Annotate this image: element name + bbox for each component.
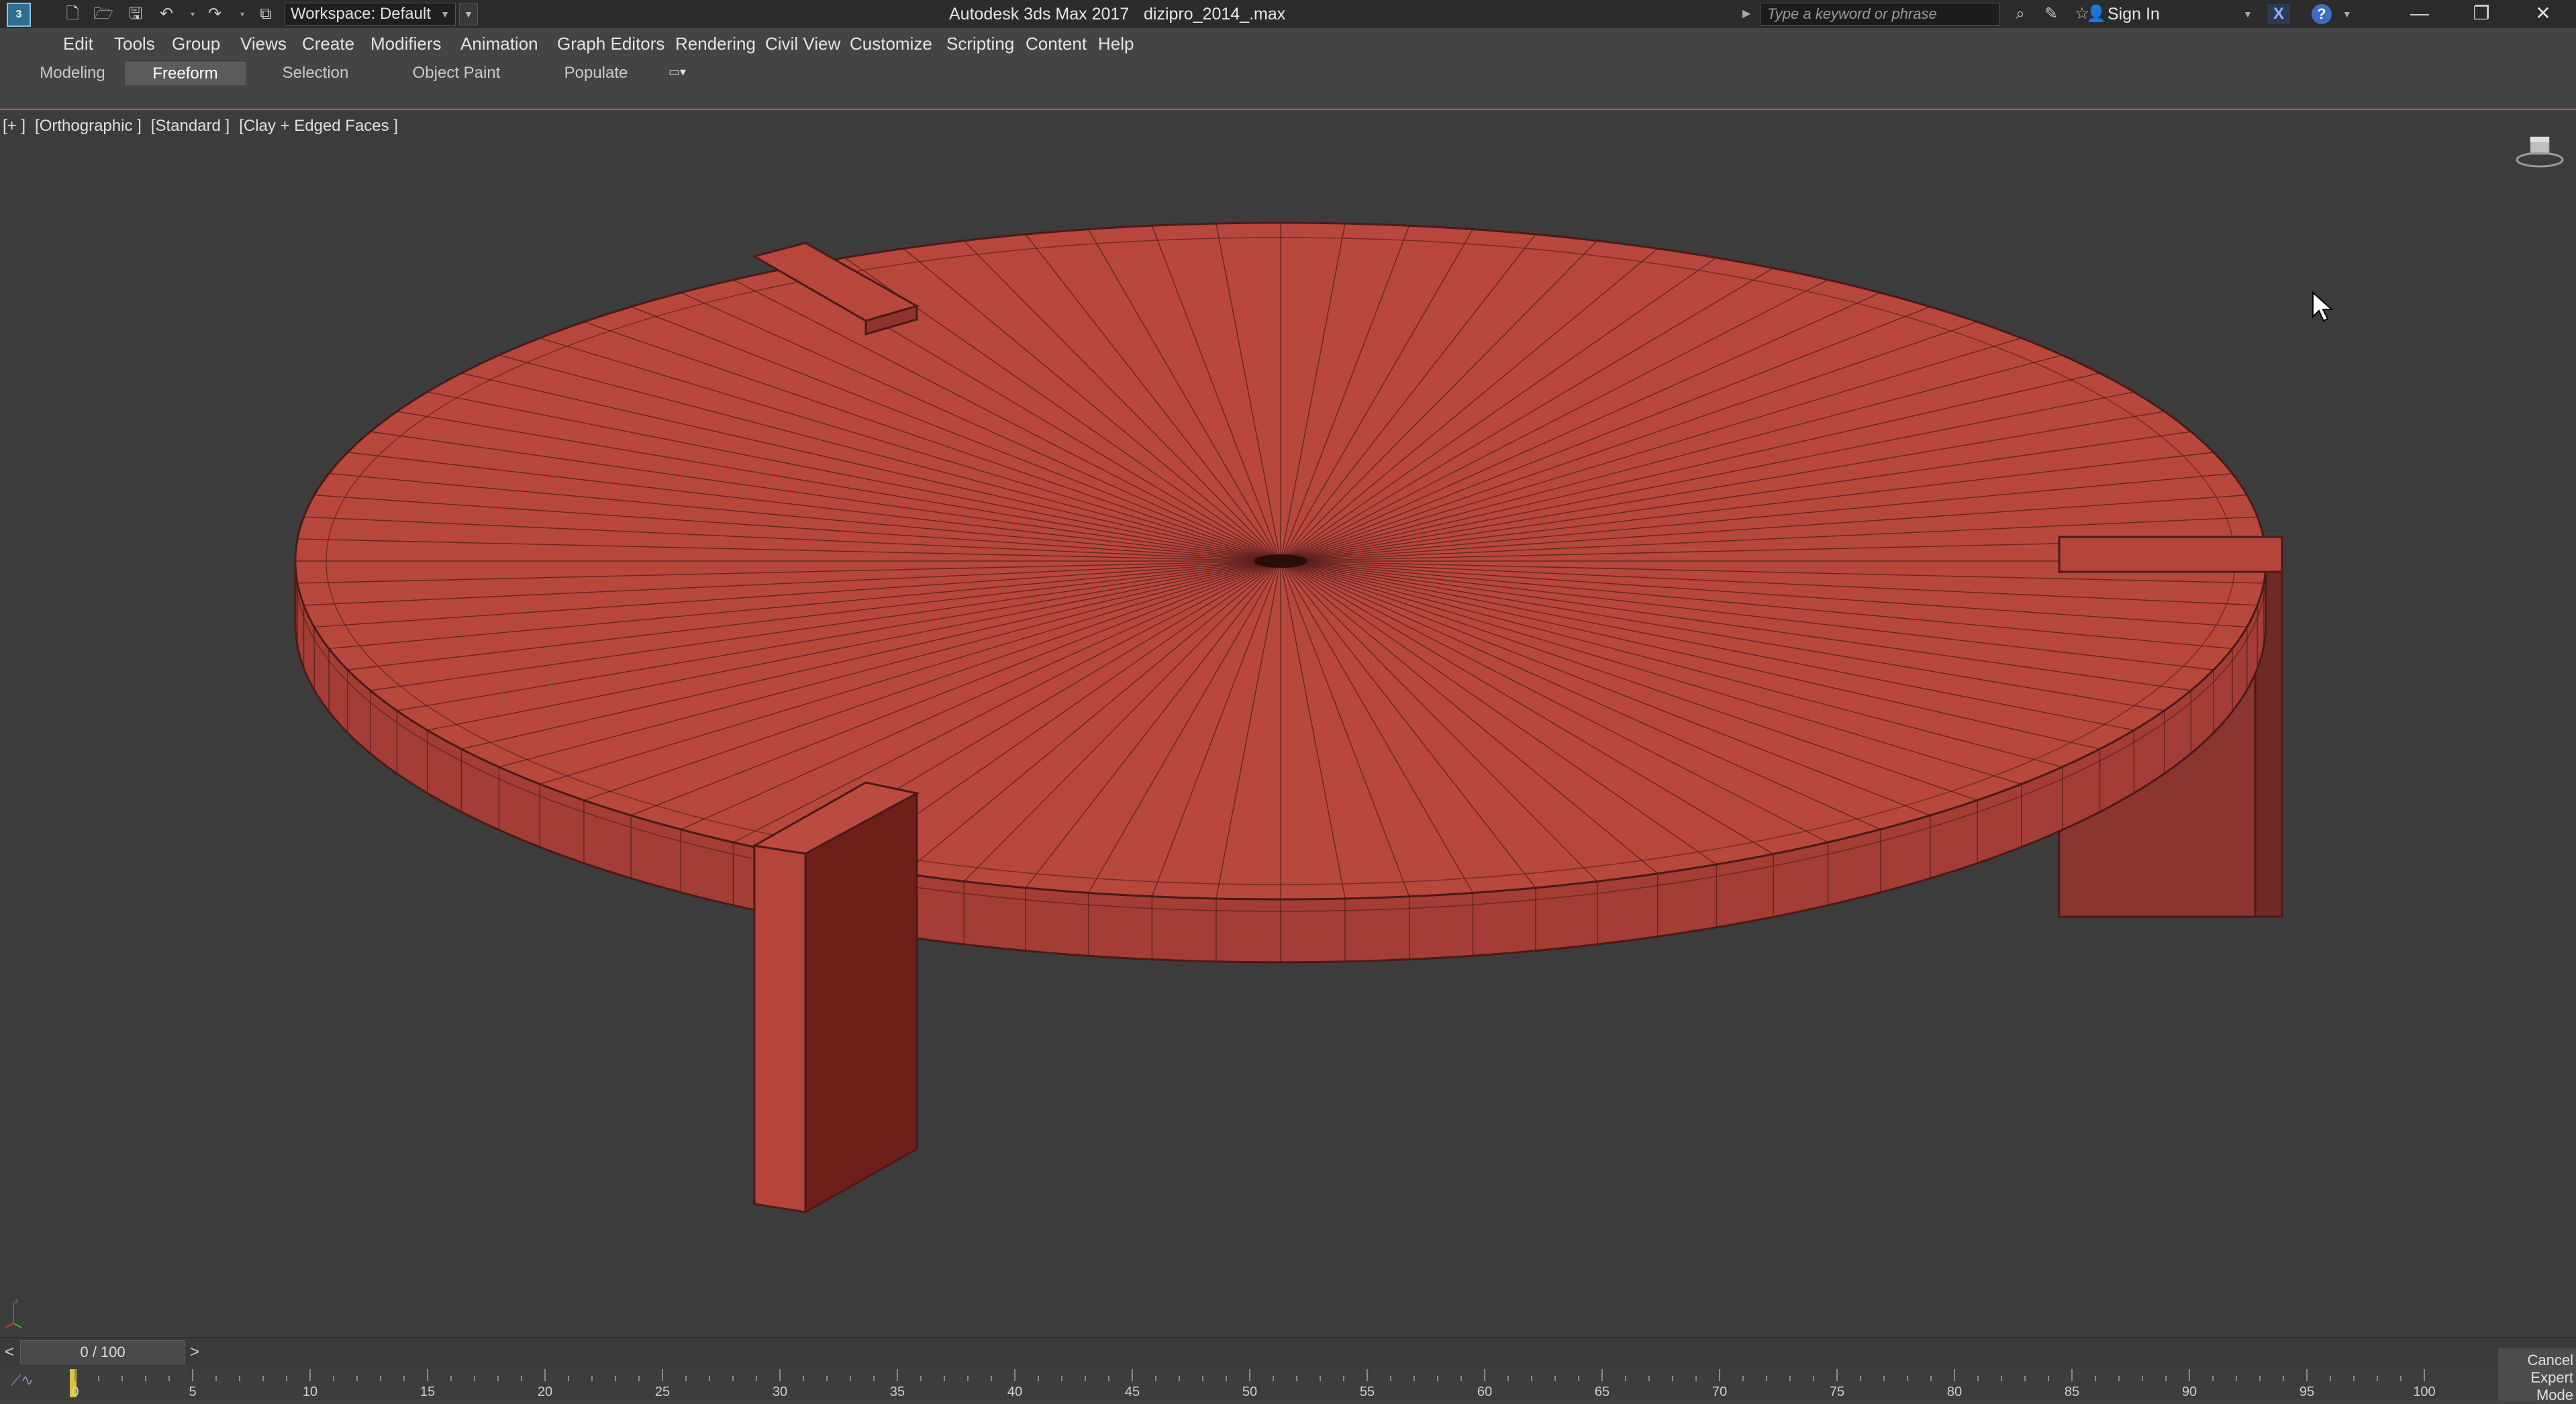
mouse-cursor-icon bbox=[2312, 291, 2334, 322]
minimize-button[interactable]: — bbox=[2389, 0, 2450, 28]
track-bar-ruler: 0 5 10 15 20 25 30 35 40 45 50 55 60 65 70 75 80 85 90 95 10… bbox=[72, 1369, 2436, 1399]
track-tick-label: 10 bbox=[303, 1385, 317, 1399]
menu-views[interactable]: Views bbox=[240, 28, 287, 59]
viewport-label: [+ ] [Orthographic ] [Standard ] [Clay + Ed… bbox=[3, 117, 407, 136]
track-bar[interactable]: ⟋∿ 0 5 10 15 20 25 30 35 40 45 50 55 60 65 70 75 80 85 90 9… bbox=[0, 1366, 2576, 1401]
title-bar: 3 🗋 🗁 🖫 ↶ ▾ ↷ ▾ ⧉ Workspace: Default ▼ ▼… bbox=[0, 0, 2576, 29]
workspace-select[interactable]: Workspace: Default ▼ bbox=[285, 3, 456, 26]
track-tick-label: 25 bbox=[655, 1385, 670, 1399]
new-file-icon[interactable]: 🗋 bbox=[62, 4, 83, 24]
track-tick-label: 20 bbox=[538, 1385, 552, 1399]
track-tick-label: 85 bbox=[2065, 1385, 2079, 1399]
menu-bar: Edit Tools Group Views Create Modifiers … bbox=[0, 28, 2576, 59]
table-leg-front-face bbox=[753, 844, 807, 1213]
ribbon-tabs: Modeling Freeform Selection Object Paint… bbox=[0, 59, 2576, 86]
svg-text:z: z bbox=[15, 1298, 18, 1305]
menu-create[interactable]: Create bbox=[302, 28, 354, 59]
track-tick-label: 65 bbox=[1595, 1385, 1609, 1399]
menu-customize[interactable]: Customize bbox=[850, 28, 932, 59]
viewport-style-menu[interactable]: [Clay + Edged Faces ] bbox=[239, 117, 398, 135]
track-tick-label: 5 bbox=[189, 1385, 196, 1399]
scene-table-model bbox=[294, 221, 2283, 1214]
track-tick-label: 50 bbox=[1242, 1385, 1257, 1399]
axis-tripod-icon: z bbox=[5, 1298, 22, 1328]
track-tick-label: 100 bbox=[2413, 1385, 2435, 1399]
app-menu-icon[interactable]: 3 bbox=[7, 3, 31, 27]
table-leg-front-side bbox=[804, 791, 918, 1214]
menu-civil-view[interactable]: Civil View bbox=[765, 28, 840, 59]
help-icon[interactable]: ? bbox=[2312, 4, 2332, 24]
tab-freeform[interactable]: Freeform bbox=[125, 62, 246, 85]
open-folder-icon[interactable]: 🗁 bbox=[93, 4, 114, 24]
restore-button[interactable]: ❐ bbox=[2451, 0, 2512, 28]
save-icon[interactable]: 🖫 bbox=[125, 4, 146, 24]
workspace-value: Workspace: Default bbox=[291, 5, 431, 23]
viewport-shading-menu[interactable]: [Standard ] bbox=[151, 117, 230, 135]
communication-center-icon[interactable]: ✎ bbox=[2039, 3, 2063, 26]
table-top-center-pole bbox=[1254, 554, 1307, 568]
close-button[interactable]: ✕ bbox=[2513, 0, 2573, 28]
table-leg-right-top bbox=[2058, 536, 2283, 573]
track-tick-label: 30 bbox=[773, 1385, 787, 1399]
ribbon-panel bbox=[0, 86, 2576, 110]
cancel-expert-line1: Cancel bbox=[2527, 1352, 2573, 1368]
track-tick-label: 55 bbox=[1360, 1385, 1375, 1399]
tab-selection[interactable]: Selection bbox=[263, 62, 368, 85]
user-icon[interactable]: 👤 bbox=[2086, 0, 2106, 28]
help-dropdown-icon[interactable]: ▼ bbox=[2342, 0, 2352, 28]
track-tick-label: 35 bbox=[890, 1385, 905, 1399]
redo-dropdown-icon[interactable]: ▾ bbox=[238, 4, 247, 24]
sign-in-dropdown-icon[interactable]: ▼ bbox=[2243, 0, 2252, 28]
track-tick-label: 80 bbox=[1947, 1385, 1962, 1399]
time-slider-thumb[interactable]: 0 / 100 bbox=[20, 1340, 185, 1364]
search-expand-icon[interactable]: ▶ bbox=[1742, 0, 1750, 28]
viewcube-icon[interactable] bbox=[2513, 134, 2567, 174]
track-tick-label: 70 bbox=[1712, 1385, 1727, 1399]
menu-help[interactable]: Help bbox=[1098, 28, 1134, 59]
binoculars-icon[interactable]: ⌕ bbox=[2008, 3, 2032, 26]
time-slider[interactable]: < 0 / 100 > bbox=[0, 1337, 2576, 1367]
menu-rendering[interactable]: Rendering bbox=[675, 28, 756, 59]
viewport-orthographic[interactable]: [+ ] [Orthographic ] [Standard ] [Clay + Ed… bbox=[0, 111, 2576, 1337]
exchange-apps-icon[interactable]: X bbox=[2267, 4, 2290, 24]
project-folder-icon[interactable]: ⧉ bbox=[255, 4, 277, 24]
file-name: dizipro_2014_.max bbox=[1144, 5, 1286, 23]
menu-scripting[interactable]: Scripting bbox=[946, 28, 1014, 59]
menu-animation[interactable]: Animation bbox=[460, 28, 538, 59]
ribbon-minimize-icon[interactable]: ▭▾ bbox=[668, 64, 691, 79]
time-prev-button[interactable]: < bbox=[1, 1340, 17, 1364]
redo-icon[interactable]: ↷ bbox=[204, 4, 226, 24]
track-tick-label: 40 bbox=[1007, 1385, 1022, 1399]
menu-tools[interactable]: Tools bbox=[114, 28, 155, 59]
menu-modifiers[interactable]: Modifiers bbox=[370, 28, 441, 59]
track-tick-label: 95 bbox=[2299, 1385, 2314, 1399]
menu-edit[interactable]: Edit bbox=[63, 28, 93, 59]
tab-populate[interactable]: Populate bbox=[544, 62, 648, 85]
tab-object-paint[interactable]: Object Paint bbox=[396, 62, 517, 85]
cancel-expert-mode-button[interactable]: Cancel Expert Mode bbox=[2498, 1348, 2576, 1403]
menu-content[interactable]: Content bbox=[1026, 28, 1087, 59]
menu-group[interactable]: Group bbox=[172, 28, 220, 59]
sign-in-button[interactable]: Sign In bbox=[2108, 0, 2160, 28]
quick-access-customize-icon[interactable]: ▼ bbox=[459, 3, 478, 26]
chevron-down-icon: ▼ bbox=[440, 9, 450, 19]
app-title: Autodesk 3ds Max 2017 bbox=[949, 5, 1130, 23]
search-input[interactable]: Type a keyword or phrase bbox=[1760, 3, 2000, 26]
curve-editor-icon[interactable]: ⟋∿ bbox=[11, 1370, 38, 1391]
viewport-plus-menu[interactable]: [+ ] bbox=[3, 117, 26, 135]
track-tick-label: 45 bbox=[1125, 1385, 1140, 1399]
track-tick-label: 75 bbox=[1830, 1385, 1844, 1399]
viewport-pov-menu[interactable]: [Orthographic ] bbox=[35, 117, 142, 135]
track-tick-label: 0 bbox=[72, 1385, 79, 1399]
menu-graph-editors[interactable]: Graph Editors bbox=[557, 28, 664, 59]
cancel-expert-line2: Expert Mode bbox=[2530, 1369, 2573, 1403]
undo-dropdown-icon[interactable]: ▾ bbox=[188, 4, 197, 24]
tab-modeling[interactable]: Modeling bbox=[24, 62, 121, 85]
time-next-button[interactable]: > bbox=[187, 1340, 203, 1364]
undo-icon[interactable]: ↶ bbox=[156, 4, 177, 24]
track-tick-label: 60 bbox=[1477, 1385, 1492, 1399]
track-tick-label: 90 bbox=[2182, 1385, 2197, 1399]
track-tick-label: 15 bbox=[420, 1385, 435, 1399]
